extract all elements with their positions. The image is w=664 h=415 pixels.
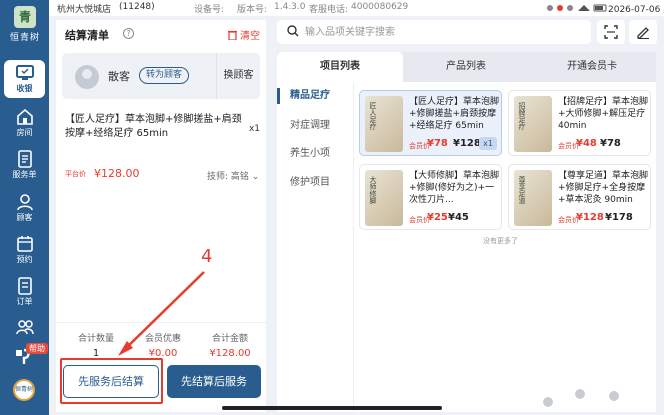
product-thumbnail: 招牌足疗 — [514, 96, 552, 152]
scan-icon — [604, 25, 618, 39]
edit-icon — [637, 27, 649, 39]
product-tabs: 项目列表 产品列表 开通会员卡 — [277, 52, 656, 82]
divider — [353, 82, 354, 412]
vip-price: ¥48 — [576, 138, 597, 149]
vip-price: ¥25 — [427, 212, 448, 223]
scan-button[interactable] — [597, 20, 625, 44]
product-name: 【尊享足道】草本泡脚+修脚足疗+全身按摩+草本泥灸 90min — [558, 171, 649, 205]
product-card[interactable]: 尊享足道 【尊享足道】草本泡脚+修脚足疗+全身按摩+草本泥灸 90min 会员价… — [508, 164, 651, 230]
product-thumbnail: 尊享足道 — [514, 170, 552, 226]
product-panel: 精品足疗 对症调理 养生小项 修护项目 匠人足疗 【匠人足疗】草本泡脚+修脚搓盐… — [277, 82, 656, 412]
vip-price: ¥128 — [576, 212, 604, 223]
product-card[interactable]: 匠人足疗 【匠人足疗】草本泡脚+修脚搓盐+肩颈按摩+经络足疗 65min 会员价… — [359, 90, 502, 156]
product-price: ¥45 — [448, 212, 469, 223]
home-indicator — [222, 406, 442, 410]
product-price: ¥78 — [600, 138, 621, 149]
vip-price: ¥78 — [427, 138, 448, 149]
product-name: 【大师修脚】草本泡脚+修脚(修好为之)+一次性刀片... — [409, 171, 500, 205]
tab-project-list[interactable]: 项目列表 — [277, 52, 403, 82]
no-more-text: 没有更多了 — [483, 237, 518, 245]
tab-product-list[interactable]: 产品列表 — [403, 52, 529, 82]
tab-open-membership[interactable]: 开通会员卡 — [529, 52, 655, 82]
search-bar — [277, 20, 591, 44]
page-dot — [609, 391, 619, 401]
product-card[interactable]: 大师修脚 【大师修脚】草本泡脚+修脚(修好为之)+一次性刀片... 会员价 ¥2… — [359, 164, 502, 230]
search-input[interactable] — [305, 24, 575, 40]
product-thumbnail: 大师修脚 — [365, 170, 403, 226]
search-icon — [287, 25, 299, 37]
category-item[interactable]: 修护项目 — [277, 170, 351, 196]
edit-button[interactable] — [629, 20, 657, 44]
category-item[interactable]: 精品足疗 — [277, 83, 351, 109]
quantity-badge: x1 — [479, 137, 497, 150]
page-dot — [543, 397, 553, 407]
product-thumbnail: 匠人足疗 — [365, 96, 403, 152]
page-dot — [575, 389, 585, 399]
category-item[interactable]: 养生小项 — [277, 141, 351, 167]
product-name: 【匠人足疗】草本泡脚+修脚搓盐+肩颈按摩+经络足疗 65min — [409, 97, 500, 131]
product-price: ¥178 — [605, 212, 633, 223]
product-name: 【招牌足疗】草本泡脚+大师修脚+解压足疗 40min — [558, 97, 649, 131]
product-card[interactable]: 招牌足疗 【招牌足疗】草本泡脚+大师修脚+解压足疗 40min 会员价 ¥48 … — [508, 90, 651, 156]
product-price: ¥128 — [453, 138, 481, 149]
category-item[interactable]: 对症调理 — [277, 113, 351, 139]
